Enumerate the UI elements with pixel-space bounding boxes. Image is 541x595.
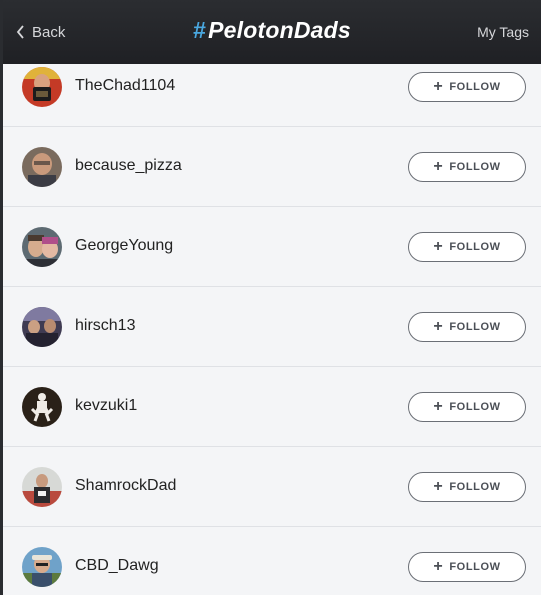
user-list: TheChad1104 + FOLLOW because_pizza + FOL… <box>3 47 541 595</box>
follow-label: FOLLOW <box>449 401 501 413</box>
plus-icon: + <box>433 238 444 255</box>
list-item: TheChad1104 + FOLLOW <box>3 47 541 127</box>
app-title: #PelotonDads <box>3 17 541 44</box>
username[interactable]: hirsch13 <box>75 317 135 335</box>
username[interactable]: GeorgeYoung <box>75 237 173 255</box>
plus-icon: + <box>433 78 444 95</box>
follow-button[interactable]: + FOLLOW <box>408 392 526 422</box>
follow-label: FOLLOW <box>449 321 501 333</box>
list-item: kevzuki1 + FOLLOW <box>3 367 541 447</box>
my-tags-link[interactable]: My Tags <box>477 24 529 40</box>
list-item: ShamrockDad + FOLLOW <box>3 447 541 527</box>
username[interactable]: because_pizza <box>75 157 182 175</box>
avatar[interactable] <box>22 147 62 187</box>
follow-button[interactable]: + FOLLOW <box>408 232 526 262</box>
follow-button[interactable]: + FOLLOW <box>408 312 526 342</box>
list-item: CBD_Dawg + FOLLOW <box>3 527 541 595</box>
plus-icon: + <box>433 558 444 575</box>
username[interactable]: ShamrockDad <box>75 477 176 495</box>
plus-icon: + <box>433 158 444 175</box>
follow-button[interactable]: + FOLLOW <box>408 152 526 182</box>
list-item: because_pizza + FOLLOW <box>3 127 541 207</box>
follow-label: FOLLOW <box>449 161 501 173</box>
avatar[interactable] <box>22 547 62 587</box>
hashtag-icon: # <box>193 17 207 43</box>
app-title-text: PelotonDads <box>208 17 351 43</box>
follow-button[interactable]: + FOLLOW <box>408 472 526 502</box>
plus-icon: + <box>433 398 444 415</box>
avatar[interactable] <box>22 387 62 427</box>
follow-label: FOLLOW <box>449 561 501 573</box>
follow-label: FOLLOW <box>449 481 501 493</box>
follow-button[interactable]: + FOLLOW <box>408 72 526 102</box>
username[interactable]: CBD_Dawg <box>75 557 159 575</box>
list-item: hirsch13 + FOLLOW <box>3 287 541 367</box>
list-item: GeorgeYoung + FOLLOW <box>3 207 541 287</box>
plus-icon: + <box>433 478 444 495</box>
avatar[interactable] <box>22 227 62 267</box>
follow-button[interactable]: + FOLLOW <box>408 552 526 582</box>
avatar[interactable] <box>22 467 62 507</box>
follow-label: FOLLOW <box>449 241 501 253</box>
avatar[interactable] <box>22 67 62 107</box>
avatar[interactable] <box>22 307 62 347</box>
username[interactable]: kevzuki1 <box>75 397 137 415</box>
app-frame: Back #PelotonDads My Tags TheChad1104 + … <box>3 0 541 595</box>
follow-label: FOLLOW <box>449 81 501 93</box>
plus-icon: + <box>433 318 444 335</box>
username[interactable]: TheChad1104 <box>75 77 175 95</box>
